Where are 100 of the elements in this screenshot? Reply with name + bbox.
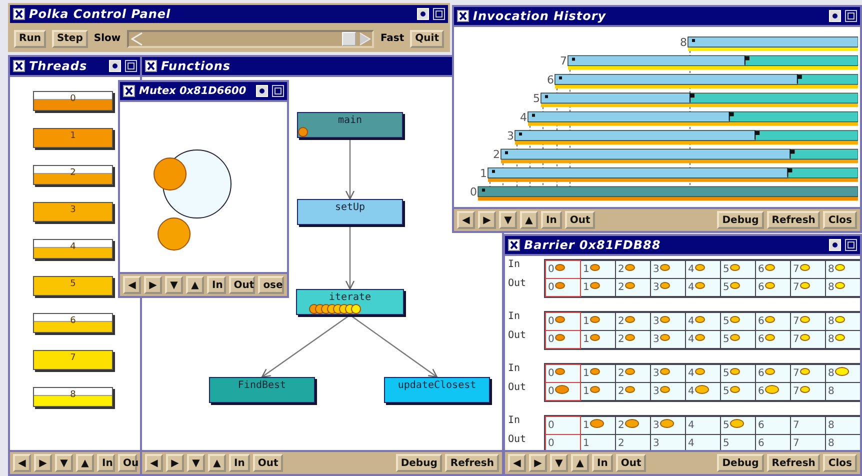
cell-number: 8 xyxy=(828,438,834,449)
window-icon[interactable] xyxy=(845,239,857,251)
function-name: updateClosest xyxy=(396,380,478,391)
toolbar-button[interactable]: In xyxy=(592,454,613,472)
window-icon[interactable] xyxy=(272,85,284,97)
token-icon xyxy=(555,264,566,271)
toolbar-button[interactable]: ▲ xyxy=(76,454,94,472)
toolbar-button[interactable]: ▲ xyxy=(186,276,204,294)
arrow xyxy=(345,225,355,290)
function-node[interactable]: FindBest xyxy=(209,377,315,403)
quit-button[interactable]: Quit xyxy=(410,30,444,48)
function-node[interactable]: setUp xyxy=(297,199,403,225)
toolbar-button[interactable]: In xyxy=(207,276,226,294)
toolbar-button[interactable]: In xyxy=(229,454,250,472)
cell-number: 4 xyxy=(688,316,694,327)
row-label: 8 xyxy=(680,36,687,49)
cell-number: 1 xyxy=(583,282,590,293)
dot-square-icon[interactable] xyxy=(829,10,841,22)
row-label: Out xyxy=(508,278,528,291)
close-icon[interactable] xyxy=(13,8,25,20)
cell-number: 6 xyxy=(758,334,764,345)
close-icon[interactable] xyxy=(123,85,135,97)
function-node[interactable]: iterate xyxy=(296,289,404,315)
close-icon[interactable] xyxy=(145,60,157,72)
dot-square-icon[interactable] xyxy=(417,8,429,20)
toolbar-button[interactable]: Out xyxy=(616,454,646,472)
cell-number: 5 xyxy=(723,282,730,293)
speed-slider[interactable] xyxy=(126,30,374,48)
toolbar-button[interactable]: ◀ xyxy=(13,454,31,472)
toolbar-button[interactable]: ◀ xyxy=(457,211,475,229)
cell-number: 6 xyxy=(758,420,764,431)
close-icon[interactable] xyxy=(457,10,469,22)
toolbar-button[interactable]: Step xyxy=(52,30,88,48)
toolbar-button[interactable]: ▶ xyxy=(529,454,547,472)
thread-label: 3 xyxy=(69,205,77,215)
toolbar-button[interactable]: Ou xyxy=(118,454,137,472)
row-label: In xyxy=(508,415,522,428)
toolbar-button[interactable]: ▲ xyxy=(571,454,589,472)
token-icon xyxy=(590,386,600,393)
function-node[interactable]: updateClosest xyxy=(384,377,490,403)
cell-number: 3 xyxy=(653,438,660,449)
window-icon[interactable] xyxy=(125,60,137,72)
close-icon[interactable] xyxy=(13,60,25,72)
function-node[interactable]: main xyxy=(297,112,403,138)
token-icon xyxy=(625,264,636,271)
function-name: setUp xyxy=(334,202,366,213)
toolbar-button[interactable]: ▶ xyxy=(478,211,496,229)
cell-number: 0 xyxy=(548,316,554,327)
slider-thumb[interactable] xyxy=(342,32,356,46)
toolbar-button[interactable]: ▶ xyxy=(34,454,52,472)
action-button[interactable]: Refresh xyxy=(766,454,820,472)
toolbar-button[interactable]: ▼ xyxy=(55,454,73,472)
close-icon[interactable] xyxy=(508,239,520,251)
token-icon xyxy=(590,419,604,428)
toolbar-button[interactable]: ▶ xyxy=(144,276,162,294)
cell-number: 6 xyxy=(758,316,764,327)
toolbar-button[interactable]: ▼ xyxy=(499,211,517,229)
toolbar-button[interactable]: ose xyxy=(258,276,284,294)
token-icon xyxy=(765,264,776,271)
cell-number: 6 xyxy=(758,368,764,379)
toolbar-button[interactable]: ▲ xyxy=(520,211,538,229)
action-button[interactable]: Refresh xyxy=(766,211,820,229)
toolbar-button[interactable]: ▼ xyxy=(187,454,205,472)
token-icon xyxy=(660,419,674,428)
toolbar-button[interactable]: Out xyxy=(228,276,256,294)
toolbar-button[interactable]: ◀ xyxy=(123,276,141,294)
cell-number: 7 xyxy=(793,264,800,275)
token-icon xyxy=(730,419,744,428)
dot-square-icon[interactable] xyxy=(829,239,841,251)
token-icon xyxy=(800,264,810,271)
cell-number: 7 xyxy=(793,282,800,293)
right-arrow-icon[interactable] xyxy=(359,32,372,46)
dot-square-icon[interactable] xyxy=(256,85,268,97)
token-icon xyxy=(660,316,670,323)
toolbar-button[interactable]: In xyxy=(97,454,115,472)
action-button[interactable]: Debug xyxy=(396,454,442,472)
window-icon[interactable] xyxy=(845,10,857,22)
action-button[interactable]: Refresh xyxy=(445,454,499,472)
toolbar-button[interactable]: Out xyxy=(564,211,596,229)
token-icon xyxy=(800,334,810,341)
toolbar-button[interactable]: Run xyxy=(14,30,46,48)
token-icon xyxy=(590,334,600,341)
action-button[interactable]: Debug xyxy=(717,454,764,472)
action-button[interactable]: Clos xyxy=(823,454,857,472)
toolbar-button[interactable]: ▲ xyxy=(208,454,226,472)
action-button[interactable]: Debug xyxy=(717,211,764,229)
toolbar-button[interactable]: ◀ xyxy=(145,454,163,472)
dot-square-icon[interactable] xyxy=(109,60,121,72)
toolbar-button[interactable]: ▼ xyxy=(165,276,183,294)
cell-number: 0 xyxy=(548,368,554,379)
window-icon[interactable] xyxy=(433,8,445,20)
action-button[interactable]: Clos xyxy=(823,211,857,229)
toolbar-button[interactable]: ◀ xyxy=(508,454,526,472)
toolbar-button[interactable]: ▶ xyxy=(166,454,184,472)
token-icon xyxy=(730,334,740,341)
token-icon xyxy=(555,334,566,341)
window-title: Barrier 0x81FDB88 xyxy=(524,238,662,252)
toolbar-button[interactable]: ▼ xyxy=(550,454,568,472)
toolbar-button[interactable]: Out xyxy=(252,454,284,472)
toolbar-button[interactable]: In xyxy=(541,211,562,229)
